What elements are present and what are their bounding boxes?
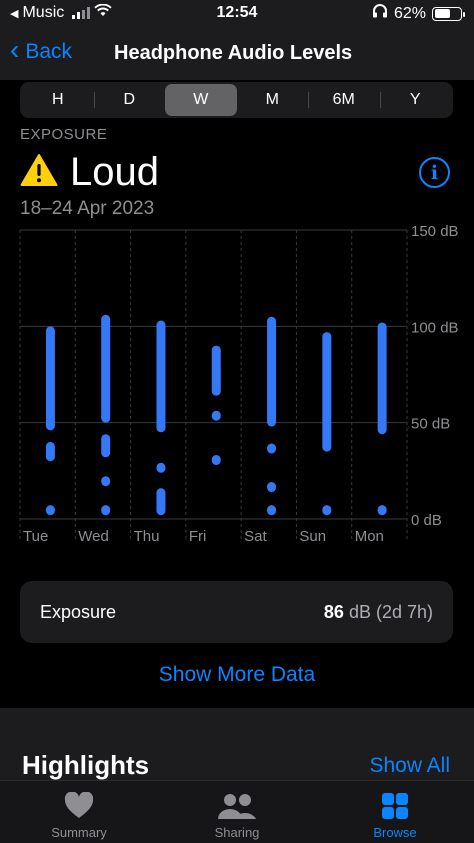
exposure-card[interactable]: Exposure 86 dB (2d 7h) <box>20 581 453 643</box>
range-bar-fri <box>211 345 221 396</box>
range-bar-tue <box>45 505 55 516</box>
tab-summary[interactable]: Summary <box>0 781 158 843</box>
range-bar-mon <box>377 322 387 435</box>
back-button[interactable]: ‹ Back <box>10 34 73 65</box>
range-bar-wed <box>101 434 111 458</box>
exposure-headline: Loud <box>20 150 159 195</box>
info-icon[interactable]: i <box>419 157 450 188</box>
x-tick-label: Mon <box>355 528 384 545</box>
tab-label: Browse <box>373 825 417 840</box>
range-bar-wed <box>101 505 111 516</box>
battery-icon <box>432 6 465 21</box>
segment-d[interactable]: D <box>93 84 166 116</box>
range-bar-sat <box>267 505 277 516</box>
warning-icon <box>20 153 58 192</box>
segment-y[interactable]: Y <box>379 84 452 116</box>
x-tick-label: Fri <box>189 528 207 545</box>
chevron-left-icon: ‹ <box>10 34 20 65</box>
tab-sharing[interactable]: Sharing <box>158 781 316 843</box>
range-bar-sat <box>267 443 277 454</box>
grid-icon <box>381 791 409 821</box>
battery-percent: 62% <box>393 4 426 22</box>
people-icon <box>217 791 257 821</box>
exposure-value-number: 86 <box>323 602 344 622</box>
back-label: Back <box>25 40 73 63</box>
range-bar-thu <box>156 320 166 433</box>
range-bar-wed <box>101 476 111 487</box>
range-bar-tue <box>45 326 55 431</box>
range-bar-wed <box>101 314 111 423</box>
segment-m[interactable]: M <box>237 84 309 116</box>
x-tick-label: Tue <box>23 528 48 545</box>
highlights-title: Highlights <box>22 750 150 780</box>
x-tick-label: Wed <box>78 528 109 545</box>
tab-label: Summary <box>51 825 107 840</box>
tab-label: Sharing <box>214 825 260 840</box>
exposure-level: Loud <box>70 150 159 194</box>
exposure-card-label: Exposure <box>40 602 117 622</box>
y-tick-label: 50 dB <box>411 416 450 433</box>
navigation-bar: ‹ Back Headphone Audio Levels <box>0 28 474 80</box>
range-bar-sun <box>322 332 332 452</box>
segment-6m[interactable]: 6M <box>308 84 380 116</box>
range-bar-thu <box>156 462 166 473</box>
x-tick-label: Sun <box>299 528 326 545</box>
y-tick-label: 100 dB <box>411 319 459 336</box>
tab-browse[interactable]: Browse <box>316 781 474 843</box>
time-range-segmented-control: H D W M 6M Y <box>20 82 453 118</box>
exposure-value-unit: dB (2d 7h) <box>343 602 433 622</box>
audio-level-chart: 150 dB 100 dB 50 dB 0 dB Tue Wed Thu Fri Sat Sun M… <box>19 223 459 545</box>
range-bar-sat <box>267 316 277 427</box>
range-bar-tue <box>45 441 55 462</box>
show-all-button[interactable]: Show All <box>369 754 450 778</box>
tab-bar: Summary Sharing Browse <box>0 780 474 843</box>
show-more-data-button[interactable]: Show More Data <box>0 663 474 687</box>
range-bar-thu <box>156 488 166 516</box>
range-bar-sun <box>322 505 332 516</box>
range-bar-fri <box>211 410 221 421</box>
highlights-section: Highlights Show All <box>0 708 474 788</box>
exposure-card-value: 86 dB (2d 7h) <box>324 602 433 623</box>
x-tick-label: Thu <box>134 528 160 545</box>
status-bar: ◀ Music 12:54 62% <box>0 0 474 28</box>
range-bar-mon <box>377 505 387 516</box>
range-bar-fri <box>211 455 221 466</box>
y-tick-label: 0 dB <box>411 512 442 529</box>
y-tick-label: 150 dB <box>411 223 459 240</box>
segment-w[interactable]: W <box>165 84 237 116</box>
range-bar-sat <box>267 482 277 493</box>
page-title: Headphone Audio Levels <box>114 42 353 64</box>
heart-icon <box>64 791 94 821</box>
segment-h[interactable]: H <box>22 84 94 116</box>
section-label: EXPOSURE <box>20 126 108 143</box>
date-range: 18–24 Apr 2023 <box>20 198 155 219</box>
headphones-icon <box>372 4 388 23</box>
x-tick-label: Sat <box>244 528 267 545</box>
